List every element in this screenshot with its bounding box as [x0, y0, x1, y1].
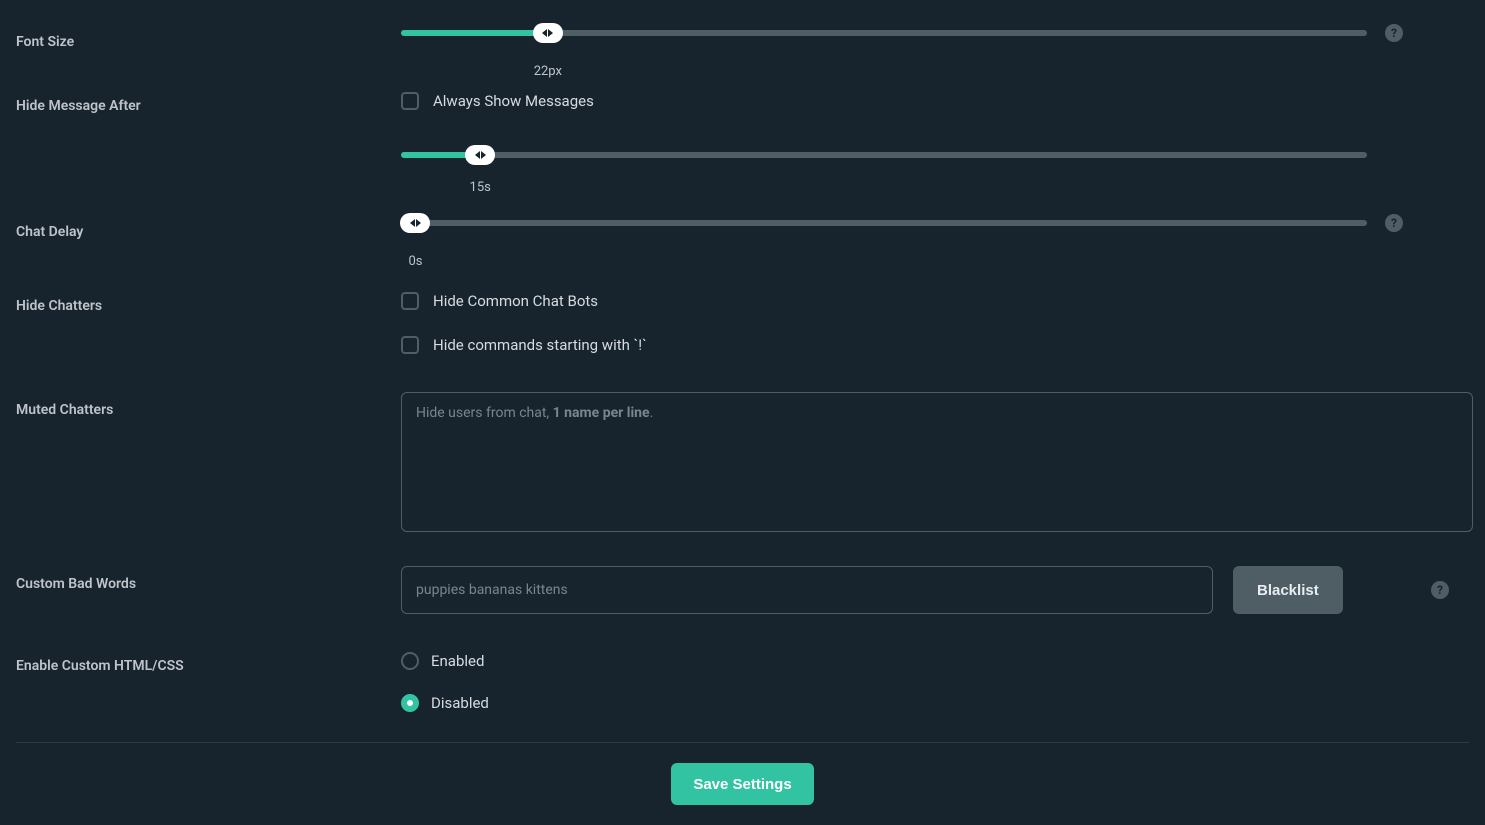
chevron-left-icon [410, 219, 415, 227]
font-size-label: Font Size [16, 24, 401, 50]
muted-chatters-row: Muted Chatters Hide users from chat, 1 n… [16, 368, 1469, 542]
slider-thumb[interactable] [465, 145, 495, 165]
help-icon[interactable]: ? [1431, 581, 1449, 599]
font-size-row: Font Size ? 22px [16, 0, 1469, 74]
enabled-radio-label: Enabled [431, 652, 484, 670]
muted-chatters-label: Muted Chatters [16, 392, 401, 418]
hide-after-row: Hide Message After Always Show Messages … [16, 74, 1469, 190]
blacklist-button[interactable]: Blacklist [1233, 566, 1343, 614]
hide-chatters-label: Hide Chatters [16, 288, 401, 314]
slider-thumb[interactable] [533, 23, 563, 43]
bad-words-label: Custom Bad Words [16, 566, 401, 592]
chat-delay-value: 0s [408, 254, 422, 269]
hide-commands-label: Hide commands starting with `!` [433, 336, 647, 354]
hide-chatters-row: Hide Chatters Hide Common Chat Bots Hide… [16, 264, 1469, 368]
chevron-right-icon [548, 29, 553, 37]
hide-commands-checkbox[interactable] [401, 336, 419, 354]
hide-bots-checkbox[interactable] [401, 292, 419, 310]
help-icon[interactable]: ? [1385, 214, 1403, 232]
muted-chatters-textarea[interactable]: Hide users from chat, 1 name per line. [401, 392, 1473, 532]
chevron-right-icon [481, 151, 486, 159]
help-icon[interactable]: ? [1385, 24, 1403, 42]
chat-delay-slider[interactable] [401, 220, 1367, 226]
chat-delay-row: Chat Delay ? 0s [16, 190, 1469, 264]
footer: Save Settings [16, 743, 1469, 825]
custom-html-row: Enable Custom HTML/CSS Enabled Disabled [16, 624, 1469, 726]
chevron-left-icon [542, 29, 547, 37]
hide-bots-label: Hide Common Chat Bots [433, 292, 598, 310]
disabled-radio[interactable] [401, 694, 419, 712]
chevron-left-icon [475, 151, 480, 159]
font-size-value: 22px [534, 64, 562, 79]
chat-delay-label: Chat Delay [16, 214, 401, 240]
hide-after-label: Hide Message After [16, 88, 401, 114]
slider-thumb[interactable] [400, 213, 430, 233]
always-show-checkbox[interactable] [401, 92, 419, 110]
enabled-radio[interactable] [401, 652, 419, 670]
bad-words-row: Custom Bad Words Blacklist ? [16, 542, 1469, 624]
font-size-slider[interactable] [401, 30, 1367, 36]
save-button[interactable]: Save Settings [671, 763, 813, 805]
hide-after-value: 15s [470, 180, 491, 195]
always-show-label: Always Show Messages [433, 92, 594, 110]
chevron-right-icon [416, 219, 421, 227]
custom-html-label: Enable Custom HTML/CSS [16, 648, 401, 674]
hide-after-slider[interactable] [401, 152, 1367, 158]
disabled-radio-label: Disabled [431, 694, 489, 712]
bad-words-input[interactable] [401, 566, 1213, 614]
